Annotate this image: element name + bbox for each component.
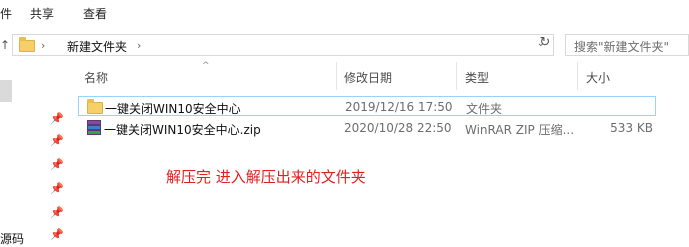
column-type[interactable]: 类型 [465,69,489,86]
ribbon-tabs: 件 共享 查看 [0,0,689,26]
column-divider[interactable] [456,62,457,90]
up-arrow-icon[interactable]: ↑ [0,38,10,52]
file-size: 533 KB [610,121,653,135]
file-row-folder[interactable]: 一键关闭WIN10安全中心 2019/12/16 17:50 文件夹 [78,96,656,116]
file-date: 2019/12/16 17:50 [345,100,453,114]
folder-icon [19,37,35,52]
file-name: 一键关闭WIN10安全中心 [105,102,241,116]
chevron-right-icon[interactable]: › [41,39,45,52]
tab-share[interactable]: 共享 [30,5,54,22]
folder-icon [87,99,103,114]
nav-selected-item[interactable] [0,80,12,102]
pin-icon: 📌 [50,158,64,171]
column-size[interactable]: 大小 [586,69,610,86]
tab-file[interactable]: 件 [0,5,12,22]
pin-icon: 📌 [50,112,64,125]
column-divider[interactable] [336,62,337,90]
navigation-pane: 📌 📌 📌 📌 📌 📌 源码 [0,62,66,247]
tab-view[interactable]: 查看 [83,5,107,22]
file-type: 文件夹 [466,102,503,116]
column-header: ^ 名称 修改日期 类型 大小 [66,61,689,90]
sort-up-icon: ^ [202,61,210,71]
pin-icon: 📌 [50,206,64,219]
column-date[interactable]: 修改日期 [344,69,392,86]
search-input[interactable]: 搜索"新建文件夹" [565,34,689,56]
file-row-zip[interactable]: 一键关闭WIN10安全中心.zip 2020/10/28 22:50 WinRA… [78,118,656,138]
breadcrumb[interactable]: 新建文件夹 [67,38,127,55]
address-row: ↑ › 新建文件夹 › ⌄ ↻ 搜索"新建文件夹" [0,32,689,60]
refresh-icon[interactable]: ↻ [537,33,553,53]
pin-icon: 📌 [50,182,64,195]
chevron-right-icon[interactable]: › [137,39,141,52]
column-divider[interactable] [577,62,578,90]
nav-item-label[interactable]: 源码 [0,230,24,247]
address-bar[interactable]: › 新建文件夹 › ⌄ [12,34,554,56]
search-placeholder: 搜索"新建文件夹" [574,40,670,54]
annotation-text: 解压完 进入解压出来的文件夹 [166,168,366,186]
pin-icon: 📌 [50,134,64,147]
column-name[interactable]: 名称 [84,69,108,86]
pin-icon: 📌 [50,228,64,241]
